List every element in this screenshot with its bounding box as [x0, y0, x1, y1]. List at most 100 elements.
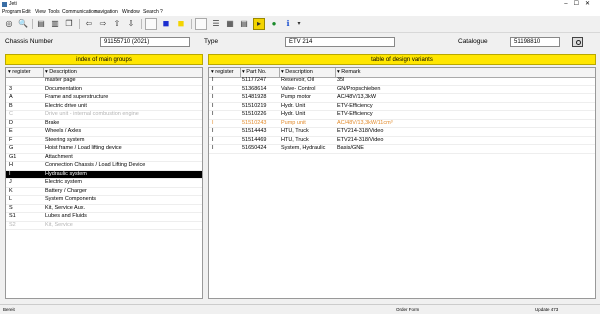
- toolbar: ◎ 🔍 ▤ ▥ ❐ ⇦ ⇨ ⇧ ⇩ ■ ■ ☰ ▦ ▤ ▸ ● ℹ ▾: [0, 16, 600, 33]
- table-row[interactable]: I 51514469 HTU, Truck ETV214-318/Video: [209, 136, 595, 145]
- forward-icon[interactable]: ⇨: [97, 18, 109, 30]
- blank-page-icon[interactable]: [145, 18, 157, 30]
- table-row[interactable]: D Brake: [6, 119, 202, 128]
- remark-cell: ETV214-318/Video: [337, 128, 384, 134]
- table-row[interactable]: F Steering system: [6, 137, 202, 145]
- page-icon[interactable]: [195, 18, 207, 30]
- register-cell: I: [212, 128, 214, 134]
- menu-help[interactable]: ?: [160, 9, 163, 15]
- window-controls[interactable]: –☐✕: [564, 0, 596, 7]
- menu-bar: Program Edit View Tools Communication na…: [0, 8, 600, 16]
- table-row[interactable]: I 51650424 System, Hydraulic Basis/GNE: [209, 145, 595, 154]
- description-cell: Frame and superstructure: [45, 94, 109, 100]
- copy-icon[interactable]: ❐: [63, 18, 75, 30]
- col-part-no[interactable]: ▾ Part No.: [242, 69, 266, 75]
- remark-cell: GN/Propschieben: [337, 85, 381, 92]
- table-row[interactable]: master page: [6, 77, 202, 86]
- table-row[interactable]: I 51368614 Valve- Control GN/Propschieben: [209, 85, 595, 94]
- table-row[interactable]: S2 Kit, Service: [6, 221, 202, 230]
- description-cell: Hoist frame / Load lifting device: [45, 145, 122, 151]
- register-cell: B: [9, 102, 13, 109]
- yellow-square-icon[interactable]: ■: [175, 18, 187, 30]
- part-no-cell: 51481928: [242, 94, 267, 100]
- disc-icon[interactable]: ◎: [3, 18, 15, 30]
- description-cell: Connection Chassis / Load Lifting Device: [45, 162, 146, 168]
- col-description[interactable]: ▾ Description: [45, 69, 77, 75]
- register-cell: I: [9, 170, 11, 177]
- back-icon[interactable]: ⇦: [83, 18, 95, 30]
- menu-tools[interactable]: Tools: [48, 9, 60, 15]
- remark-cell: AC/48V/13,3kW: [337, 94, 377, 100]
- table-icon[interactable]: ▤: [238, 18, 250, 30]
- down-icon[interactable]: ⇩: [125, 18, 137, 30]
- remark-cell: Basis/GNE: [337, 145, 364, 151]
- table-row[interactable]: I 51481928 Pump motor AC/48V/13,3kW: [209, 94, 595, 103]
- table-row[interactable]: S1 Lubes and Fluids: [6, 213, 202, 222]
- col-register[interactable]: ▾ register: [211, 69, 234, 75]
- table-row[interactable]: L System Components: [6, 196, 202, 205]
- chassis-number-field[interactable]: 91155710 (2021): [100, 37, 190, 47]
- dropdown-arrow-icon[interactable]: ▾: [293, 18, 305, 30]
- table-row[interactable]: C Drive unit - internal combustion engine: [6, 111, 202, 120]
- search-icon[interactable]: 🔍: [17, 18, 29, 30]
- blue-square-icon[interactable]: ■: [160, 18, 172, 30]
- menu-search[interactable]: Search: [143, 9, 159, 15]
- type-label: Type: [204, 38, 219, 45]
- print-preview-icon[interactable]: ▥: [49, 18, 61, 30]
- table-row[interactable]: I Hydraulic system: [6, 170, 202, 179]
- menu-navigation[interactable]: navigation: [95, 9, 118, 15]
- description-cell: Documentation: [45, 85, 82, 92]
- part-no-cell: 51510226: [242, 111, 267, 117]
- col-description[interactable]: ▾ Description: [281, 69, 313, 75]
- table-row[interactable]: I 51514443 HTU, Truck ETV214-318/Video: [209, 128, 595, 137]
- print-icon[interactable]: ▤: [35, 18, 47, 30]
- register-cell: C: [9, 111, 13, 117]
- table-row[interactable]: I 51510226 Hydr. Unit ETV-Efficiency: [209, 111, 595, 120]
- description-cell: Battery / Charger: [45, 187, 87, 194]
- register-cell: H: [9, 162, 13, 168]
- folder-icon[interactable]: ▸: [253, 18, 265, 30]
- description-cell: Pump unit: [281, 119, 306, 126]
- col-register[interactable]: ▾ register: [8, 69, 31, 75]
- menu-window[interactable]: Window: [122, 9, 140, 15]
- main-groups-grid[interactable]: ▾ register ▾ Description master page 3 Doc…: [5, 67, 203, 299]
- part-no-cell: 51514469: [242, 136, 267, 143]
- table-row[interactable]: J Electric system: [6, 179, 202, 188]
- description-cell: System Components: [45, 196, 97, 202]
- table-row[interactable]: A Frame and superstructure: [6, 94, 202, 103]
- list-icon[interactable]: ☰: [210, 18, 222, 30]
- menu-view[interactable]: View: [35, 9, 46, 15]
- catalogue-field[interactable]: 51198810: [510, 37, 560, 47]
- up-icon[interactable]: ⇧: [111, 18, 123, 30]
- table-row[interactable]: G1 Attachment: [6, 154, 202, 162]
- part-no-cell: 51177247: [242, 77, 267, 83]
- col-remark[interactable]: ▾ Remark: [337, 69, 361, 75]
- register-cell: S2: [9, 221, 16, 228]
- table-row[interactable]: I 51510219 Hydr. Unit ETV-Efficiency: [209, 103, 595, 111]
- register-cell: S1: [9, 213, 16, 219]
- camera-icon[interactable]: [572, 37, 583, 47]
- main-groups-rows: master page 3 Documentation A Frame and supe…: [6, 77, 202, 230]
- description-cell: Pump motor: [281, 94, 311, 100]
- type-field[interactable]: ETV 214: [285, 37, 395, 47]
- description-cell: Brake: [45, 119, 60, 126]
- table-row[interactable]: S Kit, Service Aux.: [6, 205, 202, 213]
- design-variants-grid[interactable]: ▾ register ▾ Part No. ▾ Description ▾ Re…: [208, 67, 596, 299]
- table-row[interactable]: H Connection Chassis / Load Lifting Devic…: [6, 162, 202, 171]
- table-row[interactable]: 3 Documentation: [6, 85, 202, 94]
- menu-program[interactable]: Program: [2, 9, 21, 15]
- menu-edit[interactable]: Edit: [22, 9, 31, 15]
- table-row[interactable]: G Hoist frame / Load lifting device: [6, 145, 202, 154]
- grid-icon[interactable]: ▦: [224, 18, 236, 30]
- register-cell: D: [9, 119, 13, 126]
- globe-icon[interactable]: ●: [268, 18, 280, 30]
- description-cell: Drive unit - internal combustion engine: [45, 111, 139, 117]
- register-cell: I: [212, 145, 214, 151]
- table-row[interactable]: B Electric drive unit: [6, 102, 202, 111]
- table-row[interactable]: I 51510243 Pump unit AC/48V/13,3kW/11cm³: [209, 119, 595, 128]
- register-cell: I: [212, 94, 214, 100]
- table-row[interactable]: K Battery / Charger: [6, 187, 202, 196]
- menu-communication[interactable]: Communication: [62, 9, 97, 15]
- table-row[interactable]: E Wheels / Axles: [6, 128, 202, 137]
- table-row[interactable]: I 51177247 Reservoir, Oil 35l: [209, 77, 595, 86]
